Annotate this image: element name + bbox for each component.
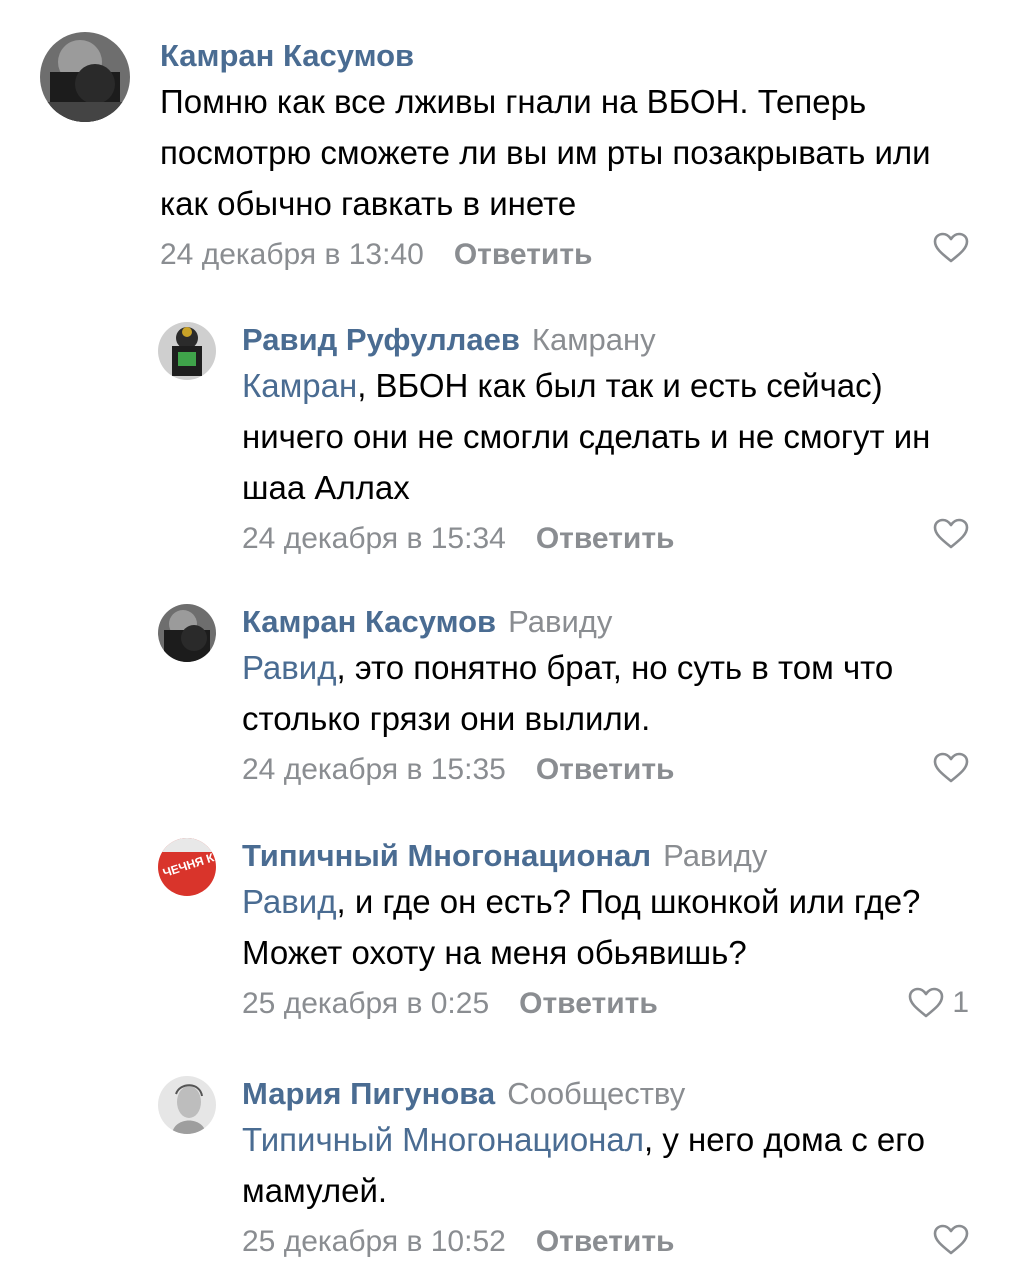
comment-text-content: , это понятно брат, но суть в том что ст… [242, 649, 894, 737]
comment-meta: 24 декабря в 15:34 Ответить [242, 519, 971, 559]
comment-text-content: Помню как все лживы гнали на ВБОН. Тепер… [160, 83, 931, 222]
comment-meta: 25 декабря в 0:25 Ответить [242, 984, 971, 1024]
author-name[interactable]: Мария Пигунова [242, 1076, 495, 1111]
reply-to-label[interactable]: Сообществу [507, 1076, 685, 1111]
comment-date[interactable]: 24 декабря в 15:35 [242, 753, 506, 786]
reply-button[interactable]: Ответить [536, 753, 675, 786]
avatar[interactable]: ЧЕЧНЯ КРУТО [158, 838, 216, 896]
comment-body: Камран Касумов Равиду Равид, это понятно … [242, 602, 971, 790]
comment-text-content: , и где он есть? Под шконкой или где? Мо… [242, 883, 921, 971]
comment-body: Мария Пигунова Сообществу Типичный Многон… [242, 1074, 971, 1262]
comment-text: Равид, это понятно брат, но суть в том ч… [242, 642, 971, 744]
user-photo-icon [158, 322, 216, 380]
author-name[interactable]: Равид Руфуллаев [242, 322, 520, 357]
avatar[interactable] [40, 32, 130, 122]
user-photo-icon [40, 32, 130, 122]
mention-link[interactable]: Камран [242, 367, 357, 404]
reply-to-label[interactable]: Равиду [508, 604, 612, 639]
comment-header: Равид Руфуллаев Камрану [242, 320, 971, 360]
like-button[interactable]: 1 [908, 986, 969, 1020]
comment-header: Камран Касумов [160, 36, 971, 76]
author-name[interactable]: Камран Касумов [160, 38, 414, 73]
comment-text: Помню как все лживы гнали на ВБОН. Тепер… [160, 76, 971, 229]
reply-button[interactable]: Ответить [536, 1225, 675, 1258]
avatar[interactable] [158, 322, 216, 380]
comment-body: Равид Руфуллаев Камрану Камран, ВБОН как … [242, 320, 971, 559]
comment-meta: 25 декабря в 10:52 Ответить [242, 1222, 971, 1262]
comment-header: Типичный Многонационал Равиду [242, 836, 971, 876]
mention-link[interactable]: Типичный Многонационал [242, 1121, 644, 1158]
comment-text: Равид, и где он есть? Под шконкой или гд… [242, 876, 971, 978]
comment-meta: 24 декабря в 13:40 Ответить [160, 235, 971, 275]
comment-body: Типичный Многонационал Равиду Равид, и гд… [242, 836, 971, 1024]
comment-date[interactable]: 24 декабря в 13:40 [160, 238, 424, 271]
community-logo-icon: ЧЕЧНЯ КРУТО [158, 838, 216, 896]
avatar[interactable] [158, 604, 216, 662]
like-button[interactable] [933, 1224, 969, 1256]
comment-date[interactable]: 24 декабря в 15:34 [242, 522, 506, 555]
comment-meta: 24 декабря в 15:35 Ответить [242, 750, 971, 790]
comment-text: Камран, ВБОН как был так и есть сейчас) … [242, 360, 971, 513]
author-name[interactable]: Типичный Многонационал [242, 838, 651, 873]
comment-date[interactable]: 25 декабря в 0:25 [242, 987, 489, 1020]
like-button[interactable] [933, 518, 969, 550]
reply-button[interactable]: Ответить [454, 238, 593, 271]
heart-outline-icon [933, 1224, 969, 1255]
reply-to-label[interactable]: Равиду [663, 838, 767, 873]
heart-outline-icon [933, 518, 969, 549]
user-photo-icon [158, 604, 216, 662]
like-button[interactable] [933, 232, 969, 264]
user-photo-icon [158, 1076, 216, 1134]
comment-body: Камран Касумов Помню как все лживы гнали… [160, 36, 971, 275]
mention-link[interactable]: Равид [242, 883, 337, 920]
reply-button[interactable]: Ответить [519, 987, 658, 1020]
like-button[interactable] [933, 752, 969, 784]
comment-text: Типичный Многонационал, у него дома с ег… [242, 1114, 971, 1216]
comment-header: Мария Пигунова Сообществу [242, 1074, 971, 1114]
heart-outline-icon [933, 232, 969, 263]
heart-outline-icon [933, 752, 969, 783]
comment-header: Камран Касумов Равиду [242, 602, 971, 642]
heart-outline-icon [909, 987, 944, 1018]
reply-to-label[interactable]: Камрану [532, 322, 656, 357]
author-name[interactable]: Камран Касумов [242, 604, 496, 639]
reply-button[interactable]: Ответить [536, 522, 675, 555]
mention-link[interactable]: Равид [242, 649, 337, 686]
like-count: 1 [952, 986, 969, 1019]
avatar[interactable] [158, 1076, 216, 1134]
comment-date[interactable]: 25 декабря в 10:52 [242, 1225, 506, 1258]
